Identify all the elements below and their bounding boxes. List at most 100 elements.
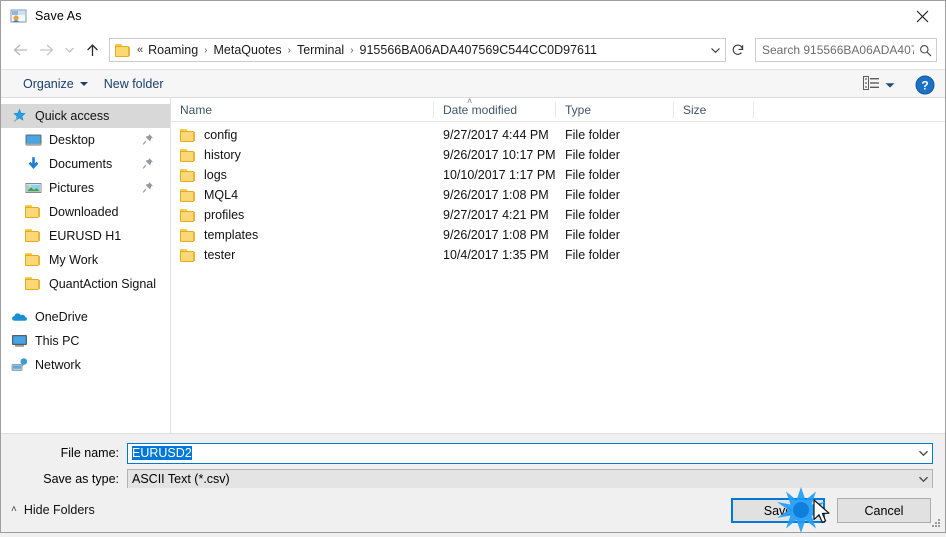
address-dropdown-button[interactable] xyxy=(705,46,725,54)
sidebar-item-quick-access[interactable]: Quick access xyxy=(1,104,170,128)
pin-icon xyxy=(142,157,154,170)
hide-folders-label: Hide Folders xyxy=(23,503,95,517)
file-list-pane: ˄ Name Date modified Type Size config 9/… xyxy=(171,96,945,433)
file-name-value: EURUSD2 xyxy=(132,446,192,460)
hide-folders-button[interactable]: ˄ Hide Folders xyxy=(11,503,95,517)
new-folder-label: New folder xyxy=(103,76,164,91)
view-layout-icon xyxy=(863,76,880,93)
help-button[interactable]: ? xyxy=(915,75,935,95)
file-type-value: ASCII Text (*.csv) xyxy=(132,472,230,486)
up-button[interactable] xyxy=(79,37,105,63)
file-name-input[interactable]: EURUSD2 xyxy=(127,442,933,464)
file-type-cell: File folder xyxy=(565,228,620,242)
sidebar-item-pictures[interactable]: Pictures xyxy=(1,176,170,200)
folder-icon xyxy=(180,208,196,222)
folder-icon xyxy=(180,168,196,182)
breadcrumb-separator[interactable]: › xyxy=(285,45,294,56)
file-name-cell: config xyxy=(171,128,434,142)
save-form: File name: EURUSD2 Save as type: ASCII T… xyxy=(1,433,945,490)
chevron-up-icon: ˄ xyxy=(11,504,17,515)
sidebar-item-label: Quick access xyxy=(35,109,110,123)
breadcrumb-separator[interactable]: › xyxy=(201,45,210,56)
change-view-button[interactable] xyxy=(859,74,899,95)
command-bar-right: ? xyxy=(859,70,935,99)
sidebar-item-onedrive[interactable]: OneDrive xyxy=(1,305,170,329)
organize-label: Organize xyxy=(23,76,74,91)
file-name-dropdown-button[interactable] xyxy=(914,449,932,457)
table-row[interactable]: profiles 9/27/2017 4:21 PM File folder xyxy=(171,205,945,225)
search-input[interactable]: Search 915566BA06ADA40756... xyxy=(755,38,937,62)
sort-ascending-icon: ˄ xyxy=(467,96,473,106)
sidebar-item-label: Downloaded xyxy=(49,205,119,219)
recent-locations-button[interactable] xyxy=(59,37,79,63)
save-as-icon xyxy=(10,8,27,25)
file-type-cell: File folder xyxy=(565,128,620,142)
breadcrumb-separator[interactable]: › xyxy=(347,45,356,56)
organize-button[interactable]: Organize xyxy=(15,74,96,94)
file-name-cell: tester xyxy=(171,248,434,262)
column-headers: ˄ Name Date modified Type Size xyxy=(171,96,945,122)
breadcrumb-item-roaming[interactable]: Roaming xyxy=(145,42,201,58)
breadcrumb-overflow[interactable]: « xyxy=(135,44,145,56)
cancel-button[interactable]: Cancel xyxy=(837,498,931,523)
breadcrumb-item-metaquotes[interactable]: MetaQuotes xyxy=(211,42,285,58)
svg-text:?: ? xyxy=(921,78,928,92)
pin-icon xyxy=(142,133,154,146)
file-type-select[interactable]: ASCII Text (*.csv) xyxy=(127,468,933,490)
column-header-date-modified[interactable]: Date modified xyxy=(434,101,556,118)
sidebar-item-desktop[interactable]: Desktop xyxy=(1,128,170,152)
file-type-cell: File folder xyxy=(565,188,620,202)
network-icon xyxy=(11,357,28,373)
table-row[interactable]: config 9/27/2017 4:44 PM File folder xyxy=(171,125,945,145)
command-bar: Organize New folder ? xyxy=(1,69,945,98)
folder-icon xyxy=(25,276,42,292)
sidebar-item-my-work[interactable]: My Work xyxy=(1,248,170,272)
column-header-type[interactable]: Type xyxy=(556,101,674,118)
file-name-cell: templates xyxy=(171,228,434,242)
table-row[interactable]: templates 9/26/2017 1:08 PM File folder xyxy=(171,225,945,245)
sidebar-item-network[interactable]: Network xyxy=(1,353,170,377)
table-row[interactable]: logs 10/10/2017 1:17 PM File folder xyxy=(171,165,945,185)
sidebar-item-eurusd-h1[interactable]: EURUSD H1 xyxy=(1,224,170,248)
refresh-button[interactable] xyxy=(727,38,749,62)
column-header-size[interactable]: Size xyxy=(674,101,754,118)
save-button[interactable]: Save xyxy=(731,498,825,523)
pin-icon xyxy=(142,181,154,194)
onedrive-icon xyxy=(11,309,28,325)
cancel-button-label: Cancel xyxy=(864,503,904,518)
folder-icon xyxy=(180,248,196,262)
file-type-row: Save as type: ASCII Text (*.csv) xyxy=(1,468,945,490)
back-button[interactable] xyxy=(7,37,33,63)
table-row[interactable]: tester 10/4/2017 1:35 PM File folder xyxy=(171,245,945,265)
folder-icon xyxy=(180,148,196,162)
breadcrumb-item-terminal[interactable]: Terminal xyxy=(294,42,347,58)
file-name-text: logs xyxy=(204,168,227,182)
folder-icon xyxy=(180,228,196,242)
column-header-name[interactable]: Name xyxy=(171,101,434,118)
sidebar-item-documents[interactable]: Documents xyxy=(1,152,170,176)
resize-grip-icon[interactable] xyxy=(930,517,942,529)
sidebar-item-quantaction-signal[interactable]: QuantAction Signal xyxy=(1,272,170,296)
title-bar: Save As xyxy=(1,1,945,31)
forward-button[interactable] xyxy=(33,37,59,63)
file-name-text: tester xyxy=(204,248,236,262)
table-row[interactable]: history 9/26/2017 10:17 PM File folder xyxy=(171,145,945,165)
documents-icon xyxy=(25,156,42,172)
sidebar-divider xyxy=(1,296,170,305)
folder-icon xyxy=(25,204,42,220)
address-bar[interactable]: « Roaming › MetaQuotes › Terminal › 9155… xyxy=(109,38,726,62)
sidebar-item-label: OneDrive xyxy=(35,310,88,324)
breadcrumb-item-terminal-id[interactable]: 915566BA06ADA407569C544CC0D97611 xyxy=(357,42,600,58)
file-name-text: config xyxy=(204,128,238,142)
table-row[interactable]: MQL4 9/26/2017 1:08 PM File folder xyxy=(171,185,945,205)
navigation-pane: Quick access Desktop Documents Pictures … xyxy=(1,98,171,433)
file-date-cell: 9/27/2017 4:21 PM xyxy=(443,208,549,222)
file-type-cell: File folder xyxy=(565,148,620,162)
sidebar-item-downloaded[interactable]: Downloaded xyxy=(1,200,170,224)
close-button[interactable] xyxy=(899,1,945,31)
new-folder-button[interactable]: New folder xyxy=(96,74,172,94)
file-type-dropdown-button[interactable] xyxy=(914,475,932,483)
sidebar-item-this-pc[interactable]: This PC xyxy=(1,329,170,353)
file-type-cell: File folder xyxy=(565,248,620,262)
file-name-text: history xyxy=(204,148,241,162)
